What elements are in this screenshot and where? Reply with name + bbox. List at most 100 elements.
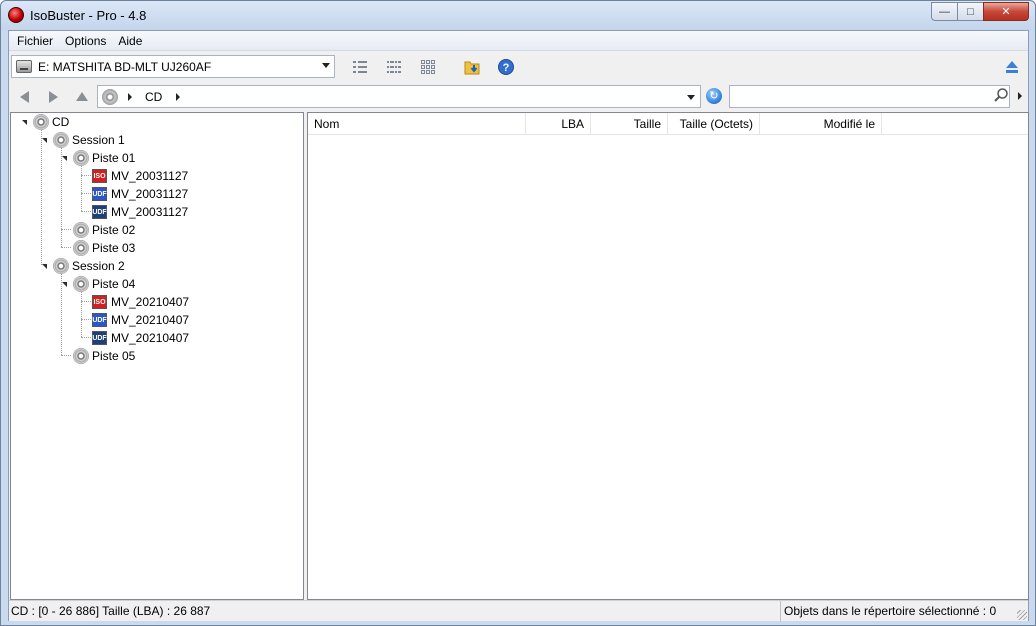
drive-select-value: E: MATSHITA BD-MLT UJ260AF xyxy=(38,59,212,74)
tree-node-piste-04[interactable]: Piste 04 xyxy=(73,275,135,293)
up-arrow-icon[interactable] xyxy=(76,92,88,101)
maximize-button[interactable]: □ xyxy=(957,2,984,21)
breadcrumb-chevron-icon[interactable] xyxy=(128,93,132,101)
tree-expander-icon[interactable] xyxy=(42,138,47,143)
tree-line xyxy=(41,130,42,265)
tree-node-file[interactable]: ISO MV_20210407 xyxy=(92,293,189,311)
file-list-pane[interactable]: Nom LBA Taille Taille (Octets) Modifié l… xyxy=(307,112,1029,600)
tree-node-label: Session 2 xyxy=(72,259,125,273)
tree-line xyxy=(61,229,71,230)
column-header-modifie-le[interactable]: Modifié le xyxy=(760,113,882,135)
column-header-taille[interactable]: Taille xyxy=(591,113,668,135)
isobuster-app-icon[interactable] xyxy=(8,7,24,23)
tree-node-file[interactable]: UDF MV_20031127 xyxy=(92,185,188,203)
menu-fichier[interactable]: Fichier xyxy=(11,34,59,48)
disc-icon xyxy=(73,240,89,256)
udf-file-icon: UDF xyxy=(92,187,107,201)
minimize-button[interactable]: — xyxy=(931,2,958,21)
tree-node-session-1[interactable]: Session 1 xyxy=(53,131,125,149)
forward-arrow-icon[interactable] xyxy=(49,91,58,103)
search-icon[interactable] xyxy=(993,87,1009,103)
tree-node-label: CD xyxy=(52,115,70,129)
tree-node-piste-03[interactable]: Piste 03 xyxy=(73,239,135,257)
udf-file-icon: UDF xyxy=(92,205,107,219)
status-disc-info: CD : [0 - 26 886] Taille (LBA) : 26 887 xyxy=(11,604,211,618)
disc-icon xyxy=(73,348,89,364)
tree-node-piste-01[interactable]: Piste 01 xyxy=(73,149,135,167)
column-header-taille-octets[interactable]: Taille (Octets) xyxy=(668,113,760,135)
tree-node-label: Session 1 xyxy=(72,133,125,147)
menu-bar: Fichier Options Aide xyxy=(9,31,1028,51)
extract-folder-icon[interactable] xyxy=(464,59,480,75)
window-controls: — □ ✕ xyxy=(931,2,1029,21)
resize-grip-icon[interactable] xyxy=(1017,610,1027,620)
drive-icon xyxy=(16,60,32,73)
iso-file-icon: ISO xyxy=(92,295,107,309)
tree-node-label: MV_20031127 xyxy=(111,169,189,183)
tree-line xyxy=(61,148,62,247)
tree-node-label: Piste 04 xyxy=(92,277,136,291)
tree-node-file[interactable]: UDF MV_20210407 xyxy=(92,311,189,329)
disc-icon xyxy=(53,258,69,274)
tree-line xyxy=(81,337,91,338)
tree-node-label: MV_20210407 xyxy=(111,313,190,327)
breadcrumb-cd[interactable]: CD xyxy=(145,90,162,104)
address-dropdown-icon[interactable] xyxy=(687,95,695,100)
tree-line xyxy=(81,175,91,176)
disc-icon xyxy=(73,150,89,166)
tree-expander-icon[interactable] xyxy=(62,282,67,287)
close-button[interactable]: ✕ xyxy=(983,2,1029,21)
tree-node-file[interactable]: UDF MV_20031127 xyxy=(92,203,188,221)
status-bar: CD : [0 - 26 886] Taille (LBA) : 26 887 … xyxy=(9,600,1028,622)
disc-icon xyxy=(33,114,49,130)
menu-aide[interactable]: Aide xyxy=(112,34,148,48)
tree-node-file[interactable]: UDF MV_20210407 xyxy=(92,329,189,347)
tree-node-label: MV_20031127 xyxy=(111,187,189,201)
details-view-icon[interactable] xyxy=(352,59,368,75)
back-arrow-icon[interactable] xyxy=(20,91,29,103)
column-header-lba[interactable]: LBA xyxy=(526,113,591,135)
tree-line xyxy=(81,211,91,212)
tree-node-piste-05[interactable]: Piste 05 xyxy=(73,347,135,365)
chevron-down-icon[interactable] xyxy=(322,63,330,68)
column-header-nom[interactable]: Nom xyxy=(308,113,526,135)
svg-text:?: ? xyxy=(503,62,510,74)
tree-node-piste-02[interactable]: Piste 02 xyxy=(73,221,135,239)
drive-select[interactable]: E: MATSHITA BD-MLT UJ260AF xyxy=(11,55,335,78)
tree-node-label: Piste 01 xyxy=(92,151,136,165)
tree-line xyxy=(81,166,82,211)
title-bar[interactable]: IsoBuster - Pro - 4.8 — □ ✕ xyxy=(1,1,1035,30)
status-object-count: Objets dans le répertoire sélectionné : … xyxy=(780,601,1020,622)
iso-file-icon: ISO xyxy=(92,169,107,183)
tree-line xyxy=(81,301,91,302)
refresh-icon[interactable]: ↻ xyxy=(706,88,722,104)
tree-line xyxy=(81,193,91,194)
tree-line xyxy=(81,292,82,337)
tree-node-file[interactable]: ISO MV_20031127 xyxy=(92,167,188,185)
tree-expander-icon[interactable] xyxy=(22,120,27,125)
udf-file-icon: UDF xyxy=(92,331,107,345)
tree-line xyxy=(81,319,91,320)
tree-node-label: Piste 05 xyxy=(92,349,136,363)
client-area: Fichier Options Aide E: MATSHITA BD-MLT … xyxy=(8,30,1029,622)
tree-node-session-2[interactable]: Session 2 xyxy=(53,257,125,275)
tree-expander-icon[interactable] xyxy=(62,156,67,161)
tree-node-label: Piste 03 xyxy=(92,241,136,255)
search-options-icon[interactable] xyxy=(1018,92,1022,100)
search-input[interactable] xyxy=(729,85,1010,108)
help-icon[interactable]: ? xyxy=(498,59,514,75)
app-window: IsoBuster - Pro - 4.8 — □ ✕ Fichier Opti… xyxy=(0,0,1036,626)
tree-pane[interactable]: CD Session 1 Piste 01 ISO MV_20031127 UD… xyxy=(10,112,304,600)
breadcrumb-chevron-icon[interactable] xyxy=(176,93,180,101)
icons-view-icon[interactable] xyxy=(420,59,436,75)
list-view-icon[interactable] xyxy=(386,59,402,75)
eject-icon[interactable] xyxy=(1004,59,1020,75)
tree-node-cd[interactable]: CD xyxy=(33,113,69,131)
menu-options[interactable]: Options xyxy=(59,34,112,48)
window-title: IsoBuster - Pro - 4.8 xyxy=(30,8,147,23)
tree-expander-icon[interactable] xyxy=(42,264,47,269)
tree-line xyxy=(61,355,71,356)
address-bar[interactable]: CD xyxy=(97,85,701,108)
tree-node-label: MV_20210407 xyxy=(111,331,190,345)
tree-node-label: MV_20031127 xyxy=(111,205,189,219)
